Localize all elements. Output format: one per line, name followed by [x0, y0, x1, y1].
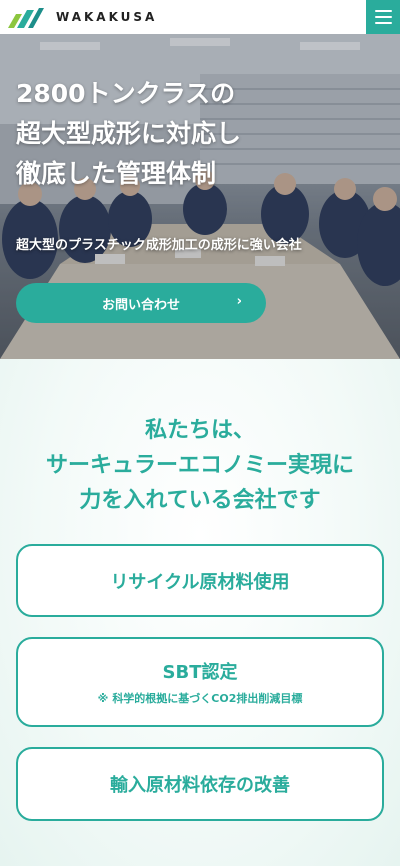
hamburger-menu-button[interactable]: [366, 0, 400, 34]
contact-button[interactable]: お問い合わせ ›: [16, 283, 266, 323]
mission-heading: 私たちは、 サーキュラーエコノミー実現に 力を入れている会社です: [0, 413, 400, 518]
mission-section: 私たちは、 サーキュラーエコノミー実現に 力を入れている会社です リサイクル原材…: [0, 359, 400, 866]
mission-heading-line: 力を入れている会社です: [79, 488, 321, 513]
chevron-right-icon: ›: [236, 294, 242, 309]
site-header: WAKAKUSA: [0, 0, 400, 34]
feature-label: SBT認定: [162, 662, 238, 683]
feature-card-import-dependency[interactable]: 輸入原材料依存の改善: [16, 747, 384, 821]
contact-button-label: お問い合わせ: [101, 297, 180, 313]
hero-title-line: 徹底した管理体制: [16, 159, 217, 188]
wakakusa-leaf-logo-icon: [8, 8, 44, 28]
logo-text: WAKAKUSA: [56, 10, 158, 24]
feature-label: 輸入原材料依存の改善: [110, 775, 290, 796]
hero-subtitle: 超大型のプラスチック成形加工の成形に強い会社: [16, 238, 302, 253]
feature-card-recycled-materials[interactable]: リサイクル原材料使用: [16, 544, 384, 617]
note-mark: ※: [97, 692, 109, 705]
mission-heading-line: サーキュラーエコノミー実現に: [45, 453, 354, 478]
feature-note-text: 科学的根拠に基づくCO2排出削減目標: [112, 692, 303, 705]
hero-section: 2800トンクラスの 超大型成形に対応し 徹底した管理体制 超大型のプラスチック…: [0, 34, 400, 359]
hero-title-line: 超大型成形に対応し: [16, 119, 242, 148]
hero-title-line: 2800トンクラスの: [16, 79, 236, 108]
hamburger-menu-icon: [374, 10, 392, 12]
feature-note: ※ 科学的根拠に基づくCO2排出削減目標: [98, 690, 303, 706]
feature-label: リサイクル原材料使用: [110, 571, 290, 593]
hero-title: 2800トンクラスの 超大型成形に対応し 徹底した管理体制: [16, 74, 386, 194]
site-logo[interactable]: WAKAKUSA: [8, 6, 157, 28]
mission-heading-line: 私たちは、: [144, 418, 255, 443]
feature-card-sbt-certified[interactable]: SBT認定 ※ 科学的根拠に基づくCO2排出削減目標: [16, 637, 384, 727]
